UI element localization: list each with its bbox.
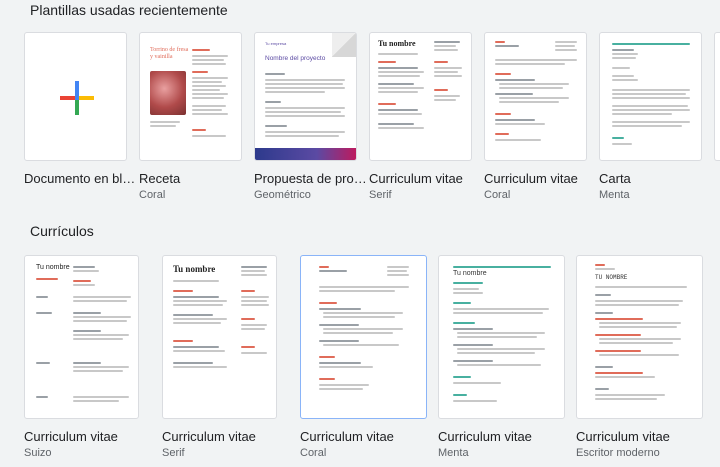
template-name: Curriculum vitae [369,171,463,186]
resume-name: TU NOMBRE [595,274,628,281]
resume-modern-writer-thumbnail[interactable]: TU NOMBRE [576,255,703,419]
proposal-title: Nombre del proyecto [265,55,326,62]
template-resume-coral-2[interactable]: Curriculum vitae Coral [300,255,427,459]
resume-coral-thumbnail[interactable] [484,32,587,161]
resume-serif-thumbnail[interactable]: Tu nombre [369,32,472,161]
template-style: Coral [300,447,327,459]
plus-icon [60,81,94,115]
template-letter[interactable]: Carta Menta [599,32,720,201]
resume-serif-thumbnail[interactable]: Tu nombre [162,255,277,419]
resume-coral-thumbnail[interactable] [300,255,427,419]
letter-thumbnail[interactable] [599,32,702,161]
resume-name: Tu nombre [453,270,487,277]
next-template-thumbnail[interactable] [714,32,720,161]
resume-name: Tu nombre [173,264,216,274]
template-style: Menta [599,189,630,201]
proposal-decoration [332,33,356,57]
recipe-title: Torrino de fresa y vainilla [150,47,189,60]
project-proposal-thumbnail[interactable]: Tu empresa Nombre del proyecto [254,32,357,161]
template-resume-swiss[interactable]: Tu nombre Curriculum vitae Suizo [24,255,150,459]
template-blank-document[interactable]: Documento en blanco [24,32,150,189]
recipe-photo [150,71,186,115]
template-style: Serif [162,447,185,459]
template-name: Receta [139,171,181,186]
template-resume-coral[interactable]: Curriculum vitae Coral [484,32,610,201]
resumes-section-title: Currículos [30,223,94,239]
template-name: Curriculum vitae [484,171,578,186]
template-style: Menta [438,447,469,459]
template-name: Carta [599,171,631,186]
template-project-proposal[interactable]: Tu empresa Nombre del proyecto Propuesta… [254,32,380,201]
template-style: Serif [369,189,392,201]
template-resume-mint[interactable]: Tu nombre Curriculum vitae Menta [438,255,565,459]
template-resume-serif[interactable]: Tu nombre Curriculum vitae Serif [369,32,495,201]
template-next-partial[interactable] [714,32,720,161]
recent-templates-title: Plantillas usadas recientemente [30,2,228,18]
template-style: Coral [484,189,511,201]
template-name: Documento en blanco [24,171,142,186]
template-resume-serif-2[interactable]: Tu nombre Curriculum vitae Serif [162,255,288,459]
proposal-company: Tu empresa [265,41,287,46]
template-style: Coral [139,189,166,201]
resume-mint-thumbnail[interactable]: Tu nombre [438,255,565,419]
resume-name: Tu nombre [378,39,416,48]
recipe-thumbnail[interactable]: Torrino de fresa y vainilla [139,32,242,161]
template-name: Curriculum vitae [438,429,532,444]
template-style: Escritor moderno [576,447,660,459]
blank-document-thumbnail[interactable] [24,32,127,161]
proposal-footer-band [255,148,356,160]
resume-swiss-thumbnail[interactable]: Tu nombre [24,255,139,419]
resume-name: Tu nombre [36,264,70,271]
template-name: Curriculum vitae [576,429,670,444]
template-style: Geométrico [254,189,311,201]
template-name: Propuesta de proyecto [254,171,372,186]
template-name: Curriculum vitae [162,429,256,444]
template-name: Curriculum vitae [24,429,118,444]
template-resume-modern-writer[interactable]: TU NOMBRE Curriculum vitae Escritor mode… [576,255,703,459]
template-name: Curriculum vitae [300,429,394,444]
template-recipe[interactable]: Torrino de fresa y vainilla Receta Coral [139,32,265,201]
template-style: Suizo [24,447,52,459]
